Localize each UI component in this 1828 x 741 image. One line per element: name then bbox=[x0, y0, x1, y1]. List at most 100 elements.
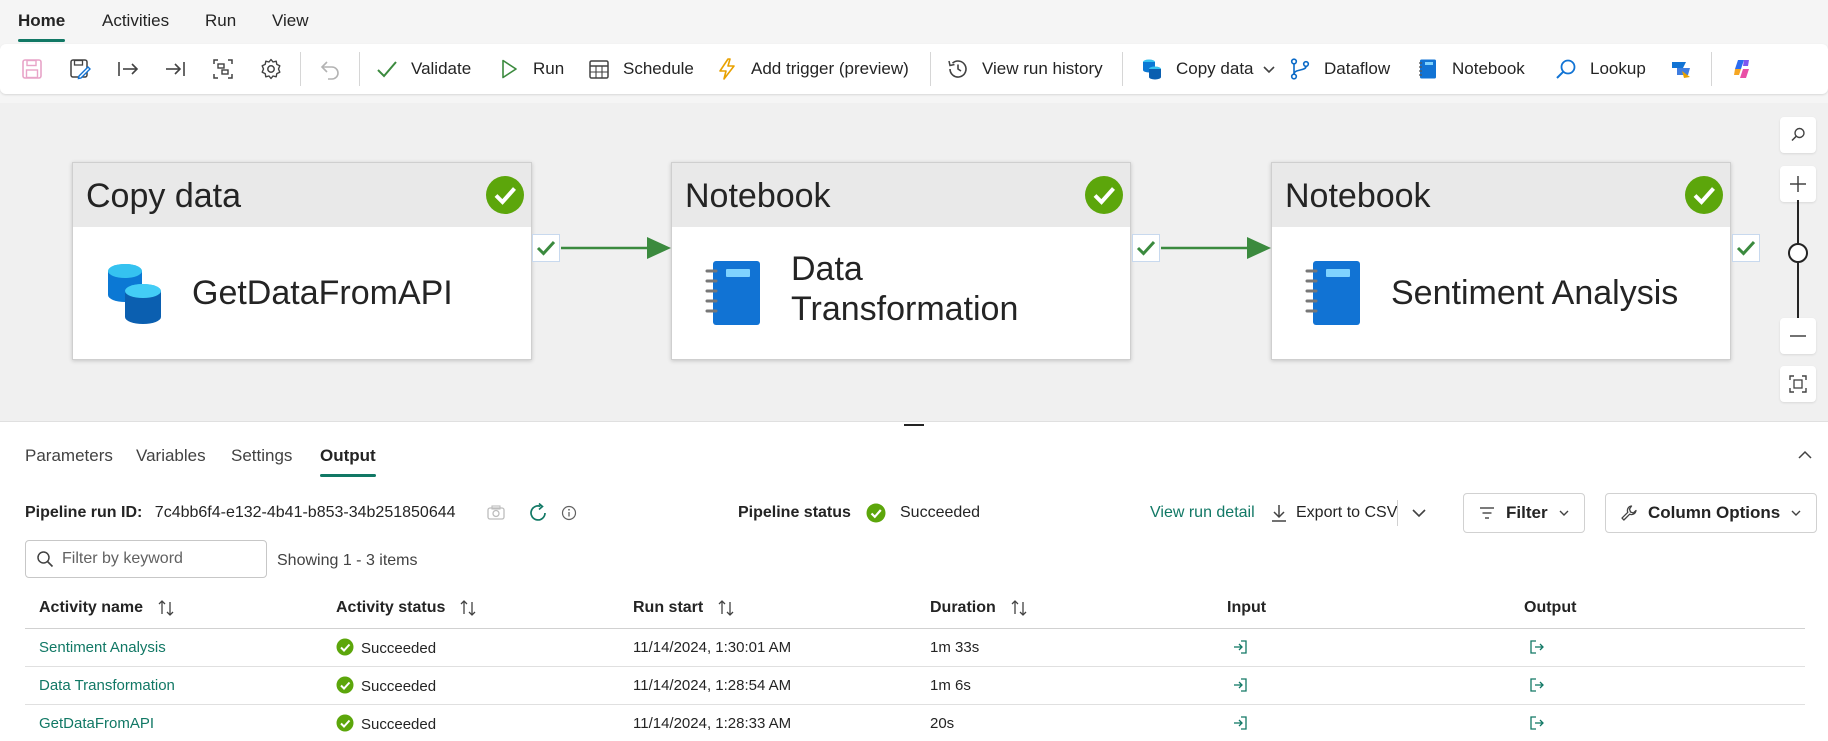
auto-layout-button[interactable] bbox=[211, 44, 235, 94]
menu-tab-home[interactable]: Home bbox=[18, 11, 66, 42]
tab-parameters[interactable]: Parameters bbox=[25, 446, 113, 466]
view-run-history-label: View run history bbox=[982, 59, 1103, 78]
save-as-button[interactable] bbox=[68, 44, 92, 94]
success-check-icon bbox=[1685, 176, 1723, 214]
connector-arrow[interactable] bbox=[561, 234, 671, 262]
success-check-icon bbox=[336, 638, 354, 655]
tab-settings[interactable]: Settings bbox=[231, 446, 292, 466]
success-check-icon bbox=[486, 176, 524, 214]
column-header-activity-name[interactable]: Activity name bbox=[25, 588, 322, 629]
view-run-history-button[interactable]: View run history bbox=[946, 44, 1103, 94]
checkmark-icon bbox=[536, 240, 556, 256]
align-left-button[interactable] bbox=[116, 44, 140, 94]
chevron-up-icon[interactable] bbox=[1796, 446, 1814, 464]
menu-bar: Home Activities Run View bbox=[0, 0, 1828, 42]
success-check-icon bbox=[336, 676, 354, 693]
connector-arrow[interactable] bbox=[1161, 234, 1271, 262]
sort-icon[interactable] bbox=[157, 599, 175, 617]
activity-card-notebook[interactable]: Notebook Sentiment Analysis bbox=[1271, 162, 1731, 360]
copy-icon[interactable] bbox=[486, 505, 506, 521]
schedule-button[interactable]: Schedule bbox=[587, 44, 694, 94]
activity-name-line: Data bbox=[791, 250, 863, 288]
on-success-port[interactable] bbox=[532, 234, 560, 262]
schedule-label: Schedule bbox=[623, 59, 694, 78]
duration-cell: 1m 6s bbox=[916, 666, 1213, 705]
sort-icon[interactable] bbox=[1010, 599, 1028, 617]
activity-name-link[interactable]: GetDataFromAPI bbox=[39, 715, 154, 732]
fit-to-screen-button[interactable] bbox=[1780, 366, 1816, 402]
activity-card-body: GetDataFromAPI bbox=[73, 227, 531, 359]
input-icon[interactable] bbox=[1231, 638, 1249, 656]
notebook-button[interactable]: Notebook bbox=[1416, 44, 1525, 94]
search-box[interactable] bbox=[25, 540, 267, 578]
copy-data-dropdown[interactable]: Copy data bbox=[1140, 44, 1276, 94]
zoom-slider-thumb[interactable] bbox=[1788, 243, 1808, 263]
tab-output[interactable]: Output bbox=[320, 446, 376, 477]
align-right-button[interactable] bbox=[163, 44, 187, 94]
on-success-port[interactable] bbox=[1132, 234, 1160, 262]
chevron-down-icon[interactable] bbox=[1411, 505, 1427, 521]
pipeline-canvas[interactable]: Copy data GetDataFromAPI Notebook Data Tr… bbox=[0, 103, 1828, 421]
zoom-out-button[interactable] bbox=[1780, 318, 1816, 354]
activity-type: Notebook bbox=[685, 177, 831, 215]
copy-data-icon bbox=[1143, 59, 1161, 80]
export-csv-button[interactable]: Export to CSV bbox=[1296, 504, 1397, 522]
settings-button[interactable] bbox=[259, 44, 283, 94]
column-header-duration[interactable]: Duration bbox=[916, 588, 1213, 629]
play-icon bbox=[502, 59, 517, 79]
run-button[interactable]: Run bbox=[497, 44, 564, 94]
lightning-icon bbox=[719, 58, 735, 80]
activity-card-copy-data[interactable]: Copy data GetDataFromAPI bbox=[72, 162, 532, 360]
resize-grip[interactable] bbox=[904, 424, 924, 426]
canvas-search-button[interactable] bbox=[1780, 117, 1816, 153]
run-id-value: 7c4bb6f4-e132-4b41-b853-34b251850644 bbox=[154, 504, 456, 521]
dataflow-icon bbox=[1290, 58, 1310, 80]
menu-tab-activities[interactable]: Activities bbox=[102, 11, 169, 31]
notebook-label: Notebook bbox=[1452, 59, 1525, 78]
menu-tab-view[interactable]: View bbox=[272, 11, 309, 31]
zoom-in-button[interactable] bbox=[1780, 166, 1816, 202]
column-header-activity-status[interactable]: Activity status bbox=[322, 588, 619, 629]
add-trigger-button[interactable]: Add trigger (preview) bbox=[715, 44, 909, 94]
output-icon[interactable] bbox=[1528, 676, 1546, 694]
activity-card-notebook[interactable]: Notebook Data Transformation bbox=[671, 162, 1131, 360]
dataflow-label: Dataflow bbox=[1324, 59, 1391, 78]
pipeline-status-value: Succeeded bbox=[900, 504, 981, 521]
info-icon[interactable] bbox=[561, 505, 577, 521]
lookup-button[interactable]: Lookup bbox=[1554, 44, 1646, 94]
column-options-label: Column Options bbox=[1648, 503, 1781, 522]
output-icon[interactable] bbox=[1528, 638, 1546, 656]
undo-button[interactable] bbox=[318, 44, 342, 94]
activity-name-line: GetDataFromAPI bbox=[192, 274, 453, 312]
download-icon[interactable] bbox=[1270, 503, 1288, 523]
pipeline-status-row: Pipeline status bbox=[738, 504, 851, 522]
input-icon[interactable] bbox=[1231, 714, 1249, 732]
dataflow-button[interactable]: Dataflow bbox=[1288, 44, 1390, 94]
view-run-detail-link[interactable]: View run detail bbox=[1150, 504, 1255, 522]
activity-runs-table: Activity name Activity status Run start … bbox=[25, 588, 1805, 741]
column-header-run-start[interactable]: Run start bbox=[619, 588, 916, 629]
activity-name-link[interactable]: Data Transformation bbox=[39, 677, 175, 694]
search-input[interactable] bbox=[62, 550, 252, 568]
sort-icon[interactable] bbox=[717, 599, 735, 617]
success-check-icon bbox=[866, 503, 886, 523]
filter-button[interactable]: Filter bbox=[1463, 493, 1585, 533]
sort-icon[interactable] bbox=[459, 599, 477, 617]
output-icon[interactable] bbox=[1528, 714, 1546, 732]
menu-tab-run[interactable]: Run bbox=[205, 11, 236, 31]
on-success-port[interactable] bbox=[1732, 234, 1760, 262]
column-options-button[interactable]: Column Options bbox=[1605, 493, 1818, 533]
teams-activity-button[interactable] bbox=[1669, 44, 1693, 94]
copy-data-label: Copy data bbox=[1176, 59, 1254, 78]
activity-name-link[interactable]: Sentiment Analysis bbox=[39, 639, 166, 656]
table-row: GetDataFromAPI Succeeded 11/14/2024, 1:2… bbox=[25, 704, 1805, 741]
output-panel: Parameters Variables Settings Output Pip… bbox=[0, 428, 1828, 741]
validate-button[interactable]: Validate bbox=[375, 44, 471, 94]
tab-variables[interactable]: Variables bbox=[136, 446, 206, 466]
run-label: Run bbox=[533, 59, 565, 78]
input-icon[interactable] bbox=[1231, 676, 1249, 694]
save-button[interactable] bbox=[20, 44, 44, 94]
undo-icon bbox=[320, 61, 339, 80]
refresh-icon[interactable] bbox=[527, 502, 549, 524]
copilot-button[interactable] bbox=[1730, 44, 1754, 94]
